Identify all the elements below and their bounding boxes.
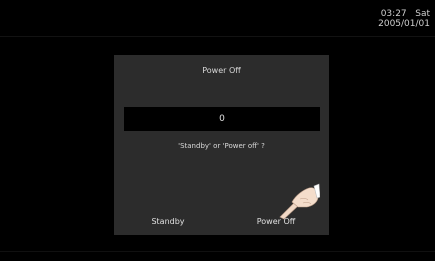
tv-screen: 03:27 Sat 2005/01/01 Power Off 0 'Standb…: [0, 0, 435, 261]
clock-date: 2005/01/01: [378, 19, 430, 29]
clock-time: 03:27: [380, 9, 407, 19]
clock-day: Sat: [415, 9, 430, 19]
value-display: 0: [124, 107, 320, 131]
dialog-title: Power Off: [202, 66, 241, 75]
status-bar: 03:27 Sat 2005/01/01: [0, 0, 435, 36]
pointing-hand-icon: [279, 183, 320, 220]
standby-button[interactable]: Standby: [138, 215, 198, 229]
dialog-prompt: 'Standby' or 'Power off' ?: [178, 142, 265, 150]
bottom-divider: [0, 251, 435, 252]
top-divider: [0, 36, 435, 37]
clock: 03:27 Sat 2005/01/01: [378, 9, 430, 29]
